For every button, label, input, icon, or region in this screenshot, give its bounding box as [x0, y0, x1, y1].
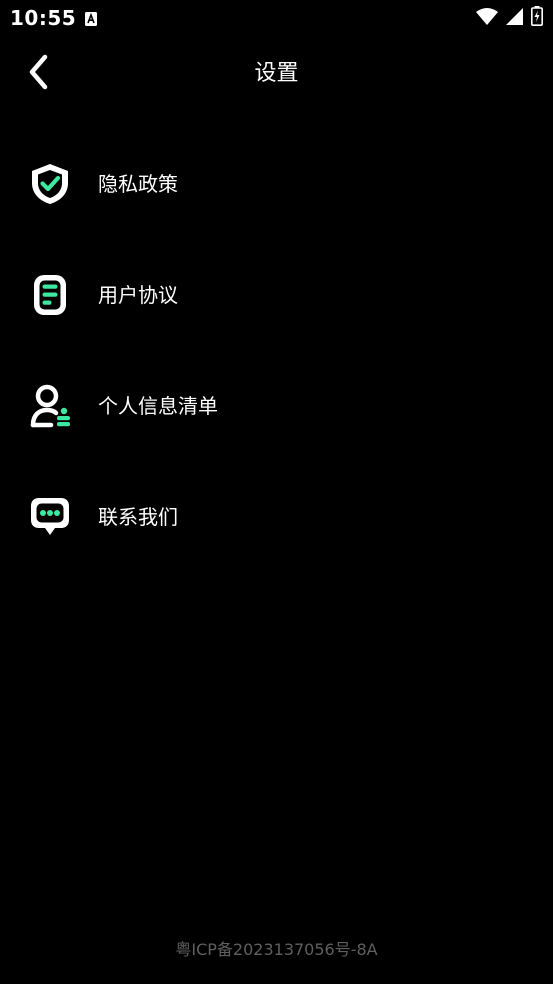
- top-bar: 设置: [0, 44, 553, 104]
- shield-check-icon: [28, 162, 72, 206]
- settings-menu: 隐私政策 用户协议 个人信息清单 联系我们: [0, 128, 553, 572]
- menu-item-label: 个人信息清单: [98, 393, 218, 418]
- battery-charging-icon: [531, 6, 543, 30]
- chat-bubble-icon: [28, 495, 72, 539]
- menu-item-user-agreement[interactable]: 用户协议: [0, 239, 553, 350]
- wifi-icon: [476, 7, 498, 29]
- menu-item-label: 用户协议: [98, 282, 178, 307]
- page-title: 设置: [254, 61, 299, 86]
- status-icons: [476, 6, 543, 30]
- status-time: 10:55: [10, 6, 77, 30]
- status-bar: 10:55: [0, 0, 553, 36]
- menu-item-privacy-policy[interactable]: 隐私政策: [0, 128, 553, 239]
- menu-item-contact-us[interactable]: 联系我们: [0, 461, 553, 572]
- user-list-icon: [28, 384, 72, 428]
- menu-item-label: 隐私政策: [98, 171, 178, 196]
- menu-item-personal-info-list[interactable]: 个人信息清单: [0, 350, 553, 461]
- menu-item-label: 联系我们: [98, 504, 178, 529]
- icp-license-text[interactable]: 粤ICP备2023137056号-8A: [0, 936, 553, 960]
- signal-icon: [506, 7, 523, 29]
- a-square-icon: [85, 11, 97, 26]
- document-icon: [28, 273, 72, 317]
